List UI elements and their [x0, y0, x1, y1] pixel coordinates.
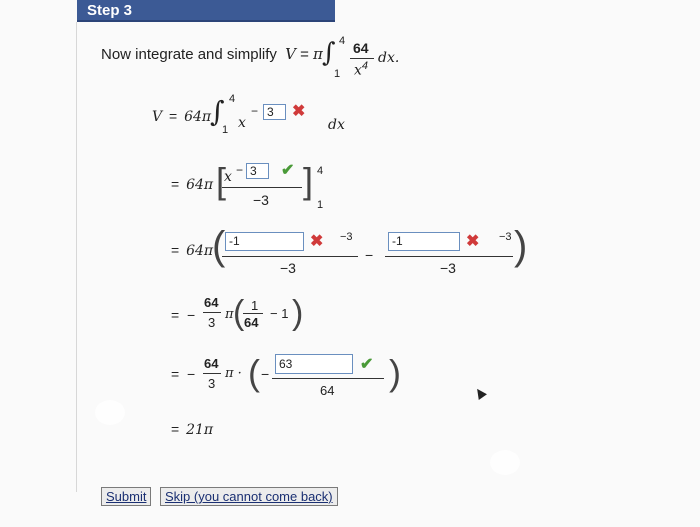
line1-exponent-input[interactable]: 3: [263, 104, 286, 120]
step-title: Step 3: [87, 2, 133, 19]
line2-base: x: [224, 169, 232, 185]
line5-num: 64: [204, 356, 219, 371]
intro-dx: dx.: [378, 50, 400, 66]
line4-inner-den: 64: [244, 315, 259, 330]
line3-lhs: = 64π: [171, 242, 213, 259]
x-mark-icon: ✖: [310, 233, 324, 250]
step-header: Step 3: [77, 0, 335, 22]
line3-fraction-bar-2: [385, 256, 513, 257]
intro-upper: 4: [339, 35, 346, 47]
line3-minus: −: [365, 247, 374, 263]
line2-upper: 4: [317, 165, 324, 177]
line3-den-2: −3: [440, 260, 456, 276]
line1-upper: 4: [229, 93, 236, 105]
x-mark-icon: ✖: [466, 233, 480, 250]
line5-fraction-bar: [203, 373, 221, 374]
x-mark-icon: ✖: [292, 103, 306, 120]
submit-button[interactable]: Submit: [101, 487, 151, 506]
line3-right-paren: ): [514, 224, 528, 268]
line4-eq: =: [171, 307, 180, 323]
background-blob: [490, 450, 520, 475]
line5-right-paren: ): [389, 352, 401, 393]
check-mark-icon: ✔: [281, 162, 295, 179]
intro-den-exp: 4: [361, 60, 369, 72]
line2-lower: 1: [317, 199, 324, 211]
background-blob: [95, 400, 125, 425]
intro-line: Now integrate and simplify V = π: [101, 45, 323, 63]
line2-minus: −: [236, 163, 244, 177]
intro-numerator: 64: [353, 40, 369, 56]
line4-inner-bar: [243, 313, 263, 314]
line1-lhs: V = 64π: [152, 108, 211, 125]
left-divider: [76, 22, 77, 492]
line4-num: 64: [204, 295, 219, 310]
intro-integral-sign: ∫: [322, 38, 336, 68]
line1-var: V: [152, 109, 163, 125]
line2-eq: =: [171, 176, 180, 192]
line5-left-paren: (: [248, 352, 260, 393]
page-frame: Step 3 Now integrate and simplify V = π …: [0, 0, 700, 527]
line5-numerator-input[interactable]: 63: [275, 354, 353, 374]
line4-neg: −: [187, 307, 196, 323]
intro-text: Now integrate and simplify: [101, 46, 277, 63]
line4-minus-one: − 1: [270, 306, 289, 321]
line4-inner-num: 1: [251, 298, 259, 313]
line2-fraction-bar: [222, 187, 302, 188]
line5-eq: =: [171, 366, 180, 382]
mouse-cursor-icon: [473, 386, 487, 400]
line2-coef: 64π: [186, 177, 214, 193]
line3-den-1: −3: [280, 260, 296, 276]
line2-right-bracket: ]: [303, 160, 314, 201]
intro-fraction-bar: [350, 58, 374, 59]
line3-eq: =: [171, 242, 180, 258]
intro-var: V: [285, 45, 296, 63]
check-mark-icon: ✔: [360, 356, 374, 373]
line3-coef: 64π: [186, 243, 214, 259]
line3-exp-2: −3: [499, 231, 512, 243]
line4-right-paren: ): [292, 294, 304, 332]
line3-input-1[interactable]: -1: [225, 232, 304, 251]
line1-minus: −: [251, 104, 259, 118]
line2-lhs: = 64π: [171, 176, 213, 193]
line3-fraction-bar-1: [222, 256, 358, 257]
line1-lower: 1: [222, 124, 229, 136]
line3-input-2[interactable]: -1: [388, 232, 460, 251]
line4-fraction-bar: [203, 312, 221, 313]
line4-den: 3: [208, 315, 216, 330]
line1-base: x: [238, 115, 246, 131]
line2-denominator: −3: [253, 192, 269, 208]
line1-dx: dx: [328, 117, 345, 133]
line5-inner-neg: −: [261, 366, 270, 382]
line3-exp-1: −3: [340, 231, 353, 243]
line6-value: 21π: [186, 422, 214, 438]
skip-button[interactable]: Skip (you cannot come back): [160, 487, 338, 506]
intro-eq: =: [300, 46, 309, 63]
line3-left-paren: (: [212, 224, 226, 268]
line5-inner-den: 64: [320, 383, 335, 398]
intro-lower: 1: [334, 68, 341, 80]
line5-neg: −: [187, 366, 196, 382]
line1-coef: 64π: [184, 109, 212, 125]
line5-pi: π ·: [225, 366, 242, 381]
line2-exponent-input[interactable]: 3: [246, 163, 269, 179]
line1-eq: =: [169, 108, 178, 124]
intro-den-base: x: [354, 62, 362, 79]
line6-eq: =: [171, 421, 180, 437]
intro-denominator: x4: [354, 60, 368, 79]
line5-inner-bar: [272, 378, 384, 379]
line6: = 21π: [171, 421, 213, 438]
line5-den: 3: [208, 376, 216, 391]
